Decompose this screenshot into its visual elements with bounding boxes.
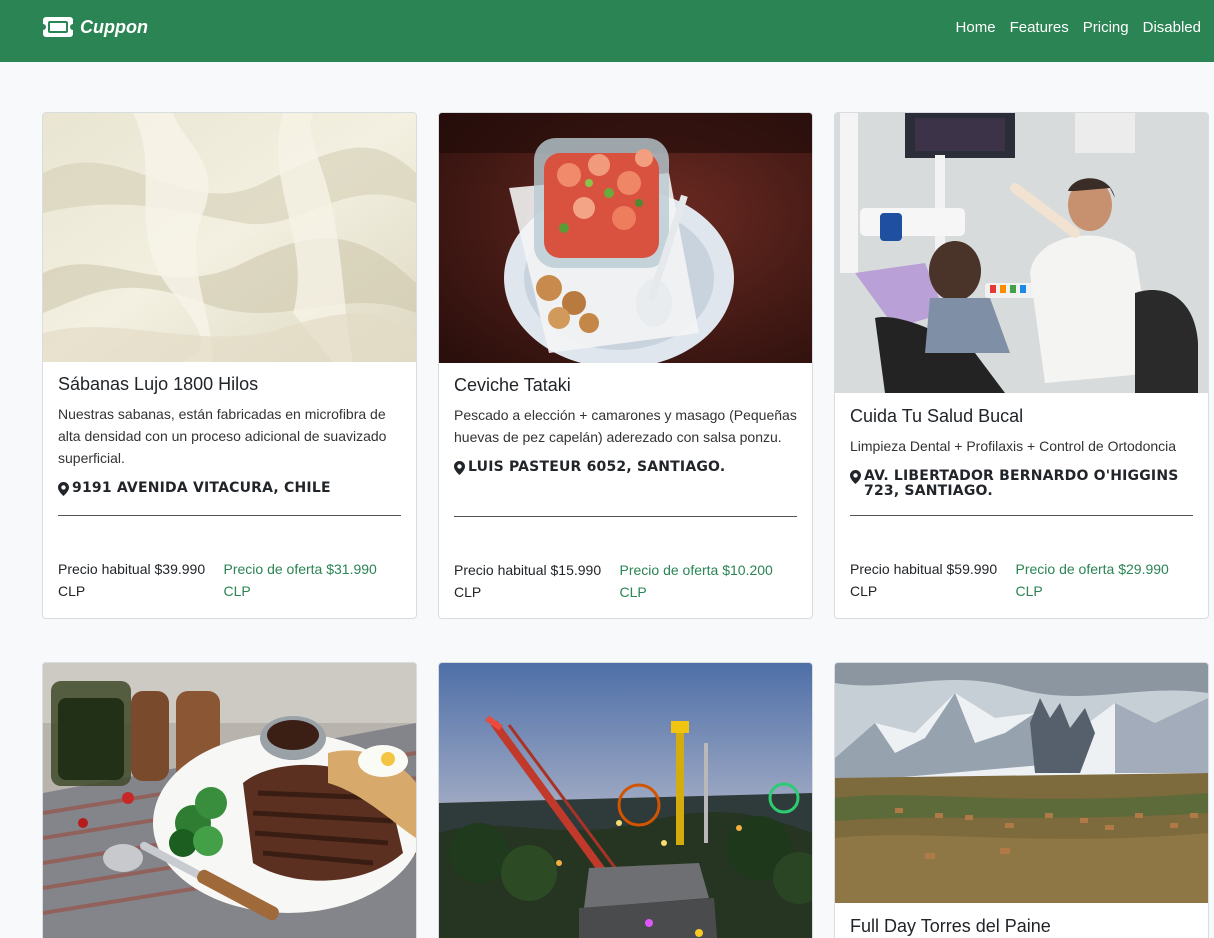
price-regular-value: Precio habitual $39.990 <box>58 561 206 577</box>
price-regular: Precio habitual $39.990 CLP <box>58 558 224 602</box>
address-text: 9191 AVENIDA VITACURA, CHILE <box>72 480 331 496</box>
nav-home[interactable]: Home <box>956 19 996 36</box>
offer-card-dental[interactable]: Cuida Tu Salud Bucal Limpieza Dental + P… <box>834 112 1209 619</box>
card-body: Ceviche Tataki Pescado a elección + cama… <box>454 374 797 475</box>
address-text: AV. LIBERTADOR BERNARDO O'HIGGINS 723, S… <box>864 468 1179 499</box>
nav-disabled[interactable]: Disabled <box>1143 19 1201 36</box>
card-divider <box>58 515 401 516</box>
card-title: Cuida Tu Salud Bucal <box>850 406 1024 426</box>
offer-card-grill[interactable] <box>42 662 417 938</box>
card-divider <box>850 515 1193 516</box>
price-offer-unit: CLP <box>619 584 647 600</box>
card-prices: Precio habitual $15.990 CLP Precio de of… <box>454 559 797 603</box>
card-image-amusement-park <box>439 663 812 938</box>
map-marker-icon <box>454 461 465 475</box>
card-title: Ceviche Tataki <box>454 375 571 395</box>
card-body: Sábanas Lujo 1800 Hilos Nuestras sabanas… <box>58 373 401 496</box>
price-regular-unit: CLP <box>58 583 86 599</box>
price-offer-unit: CLP <box>223 583 251 599</box>
price-regular: Precio habitual $59.990 CLP <box>850 558 1016 602</box>
brand-name: Cuppon <box>80 16 148 37</box>
card-title: Sábanas Lujo 1800 Hilos <box>58 374 259 394</box>
price-regular: Precio habitual $15.990 CLP <box>454 559 620 603</box>
card-description: Limpieza Dental + Profilaxis + Control d… <box>850 438 1177 454</box>
price-offer-value: Precio de oferta $31.990 <box>223 561 377 577</box>
offer-card-park[interactable] <box>438 662 813 938</box>
map-marker-icon <box>58 482 69 496</box>
price-regular-value: Precio habitual $59.990 <box>850 561 998 577</box>
address-text: LUIS PASTEUR 6052, SANTIAGO. <box>468 459 726 475</box>
brand-link[interactable]: Cuppon <box>42 16 148 38</box>
offer-card-ceviche[interactable]: Ceviche Tataki Pescado a elección + cama… <box>438 112 813 619</box>
card-address: AV. LIBERTADOR BERNARDO O'HIGGINS 723, S… <box>850 469 1193 499</box>
card-image-grilled-meat <box>43 663 416 938</box>
card-divider <box>454 516 797 517</box>
price-regular-unit: CLP <box>454 584 482 600</box>
price-offer-value: Precio de oferta $29.990 <box>1015 561 1169 577</box>
card-prices: Precio habitual $39.990 CLP Precio de of… <box>58 558 401 602</box>
price-offer-value: Precio de oferta $10.200 <box>619 562 773 578</box>
nav-links: Home Features Pricing Disabled <box>956 19 1214 36</box>
card-title: Full Day Torres del Paine <box>850 916 1051 936</box>
card-description: Nuestras sabanas, están fabricadas en mi… <box>58 406 387 466</box>
card-image-ceviche <box>439 113 812 363</box>
map-marker-icon <box>850 470 861 484</box>
offer-card-torres[interactable]: Full Day Torres del Paine <box>834 662 1209 938</box>
card-image-dentist <box>835 113 1208 393</box>
card-address: 9191 AVENIDA VITACURA, CHILE <box>58 481 401 496</box>
offer-card-sabanas[interactable]: Sábanas Lujo 1800 Hilos Nuestras sabanas… <box>42 112 417 619</box>
price-offer: Precio de oferta $29.990 CLP <box>1016 558 1194 602</box>
nav-pricing[interactable]: Pricing <box>1083 19 1129 36</box>
card-image-sheets <box>43 113 416 362</box>
price-regular-unit: CLP <box>850 583 878 599</box>
ticket-icon <box>42 17 74 37</box>
card-prices: Precio habitual $59.990 CLP Precio de of… <box>850 558 1193 602</box>
price-offer-unit: CLP <box>1015 583 1043 599</box>
card-description: Pescado a elección + camarones y masago … <box>454 407 797 445</box>
navbar: Cuppon Home Features Pricing Disabled <box>0 0 1214 62</box>
price-regular-value: Precio habitual $15.990 <box>454 562 602 578</box>
price-offer: Precio de oferta $31.990 CLP <box>224 558 402 602</box>
card-body: Full Day Torres del Paine <box>850 915 1193 938</box>
card-image-torres-del-paine <box>835 663 1208 903</box>
card-body: Cuida Tu Salud Bucal Limpieza Dental + P… <box>850 405 1193 499</box>
card-address: LUIS PASTEUR 6052, SANTIAGO. <box>454 460 797 475</box>
price-offer: Precio de oferta $10.200 CLP <box>620 559 798 603</box>
nav-features[interactable]: Features <box>1010 19 1069 36</box>
